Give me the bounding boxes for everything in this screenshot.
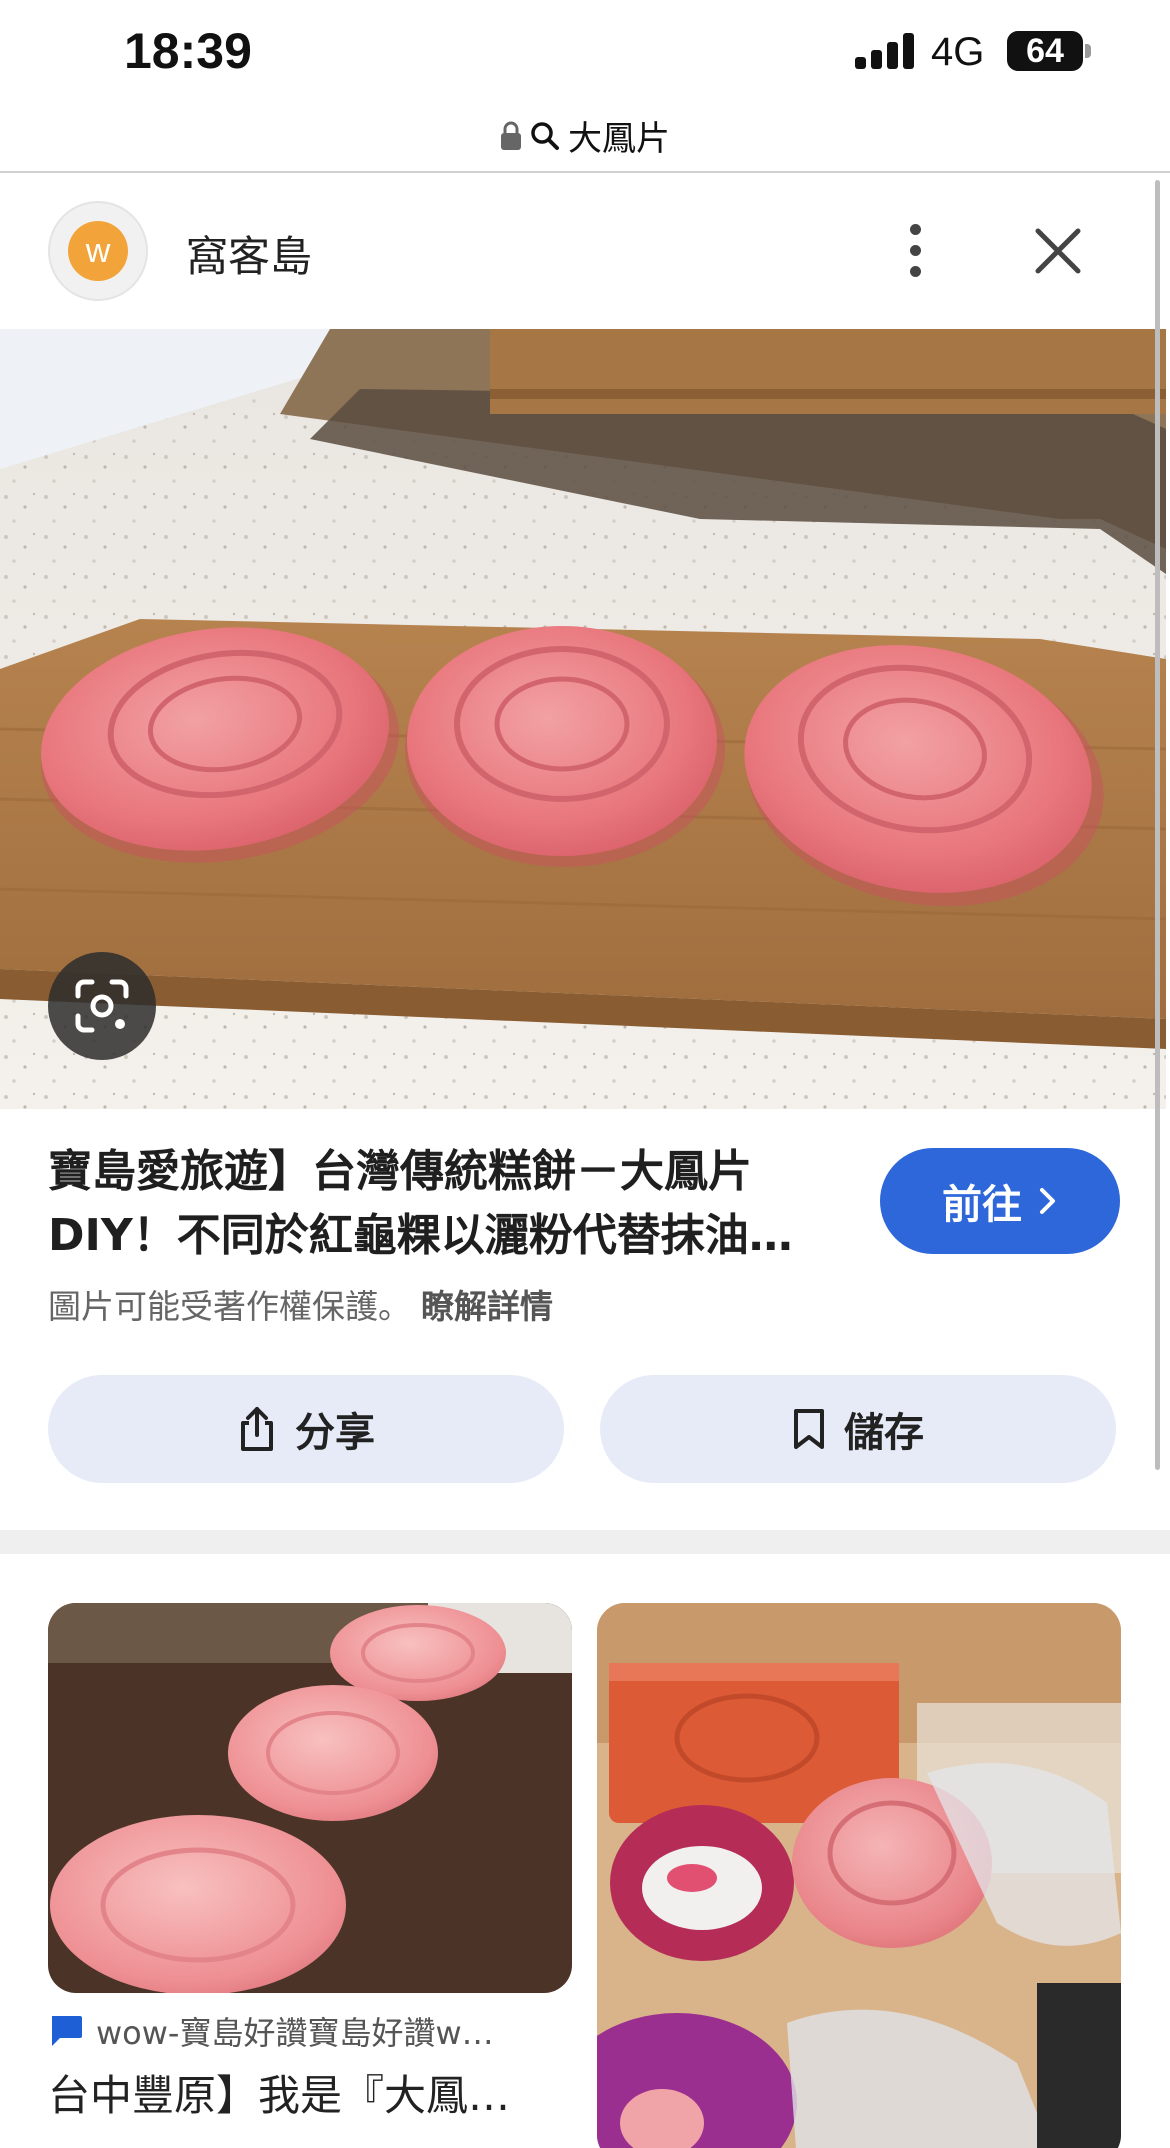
url-query: 大鳳片	[568, 119, 670, 159]
share-icon	[241, 1407, 273, 1451]
source-name[interactable]: 窩客島	[186, 223, 312, 284]
save-button[interactable]: 儲存	[600, 1375, 1116, 1483]
related-title-1[interactable]: 台中豐原】我是『大鳳…	[48, 2062, 568, 2123]
battery-tip	[1085, 44, 1091, 58]
source-avatar[interactable]: w	[48, 201, 148, 301]
result-title-line1: 寶島愛旅遊】台灣傳統糕餅－大鳳片	[48, 1146, 752, 1197]
copyright-notice: 圖片可能受著作權保護。 瞭解詳情	[48, 1280, 553, 1328]
related-image-1[interactable]	[48, 1603, 572, 1993]
battery-icon: 64	[1007, 31, 1083, 71]
status-time: 18:39	[124, 23, 252, 79]
network-label: 4G	[931, 30, 985, 74]
save-label: 儲存	[844, 1410, 924, 1456]
status-bar: 18:39 4G 64	[0, 0, 1170, 100]
copyright-text: 圖片可能受著作權保護。	[48, 1287, 411, 1326]
lens-button[interactable]	[48, 952, 156, 1060]
chevron-right-icon	[1040, 1188, 1055, 1214]
share-button[interactable]: 分享	[48, 1375, 564, 1483]
site-favicon: w	[68, 221, 128, 281]
source-header: w 窩客島	[0, 195, 1170, 305]
result-title-line2: DIY！不同於紅龜粿以灑粉代替抹油…	[48, 1210, 793, 1261]
close-icon[interactable]	[1030, 223, 1086, 279]
site-source-icon	[52, 2016, 82, 2046]
more-vert-icon	[909, 223, 921, 235]
signal-icon	[855, 33, 915, 69]
related-image-2[interactable]	[597, 1603, 1121, 2148]
scrollbar[interactable]	[1155, 180, 1160, 1470]
learn-more-link[interactable]: 瞭解詳情	[421, 1287, 553, 1326]
lens-icon	[75, 979, 129, 1033]
cakes-photo	[0, 329, 1166, 1109]
visit-label: 前往	[942, 1182, 1022, 1228]
related-source-1[interactable]: wow-寶島好讚寶島好讚w…	[48, 2008, 548, 2054]
related-photo-1	[48, 1603, 572, 1993]
related-photo-2	[597, 1603, 1121, 2148]
visit-button[interactable]: 前往	[880, 1148, 1120, 1254]
share-label: 分享	[295, 1410, 375, 1456]
result-title[interactable]: 寶島愛旅遊】台灣傳統糕餅－大鳳片 DIY！不同於紅龜粿以灑粉代替抹油…	[48, 1140, 848, 1268]
url-bar[interactable]: 大鳳片	[0, 100, 1170, 173]
related-source-label: wow-寶島好讚寶島好讚w…	[96, 2014, 494, 2052]
search-icon	[531, 121, 559, 150]
bookmark-icon	[794, 1409, 824, 1449]
more-options-button[interactable]	[890, 215, 940, 285]
lock-icon	[501, 121, 521, 150]
main-image[interactable]	[0, 329, 1166, 1109]
section-divider	[0, 1530, 1170, 1554]
